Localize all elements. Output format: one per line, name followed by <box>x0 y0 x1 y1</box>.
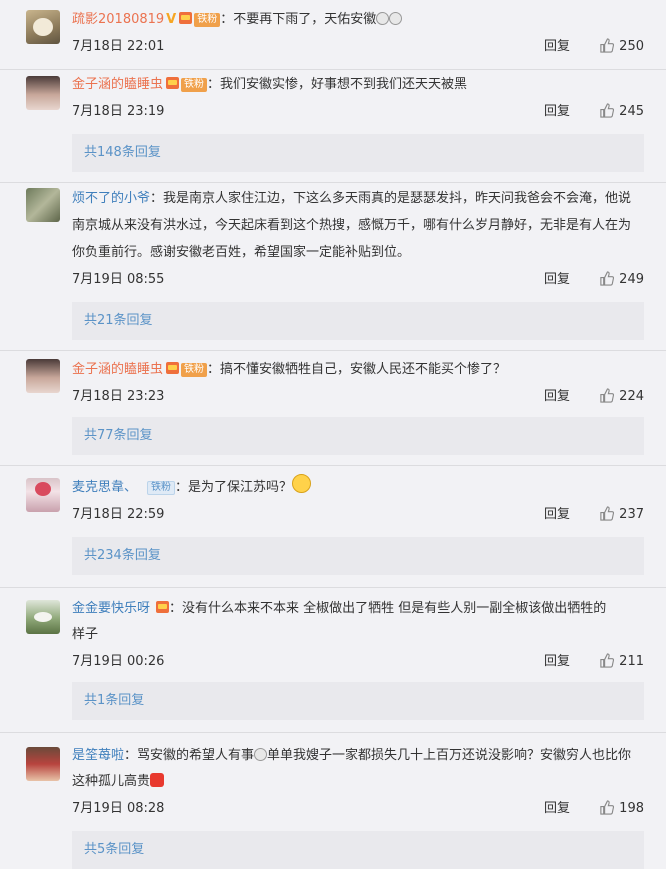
comment-text-line: 南京城从来没有洪水过，今天起床看到这个热搜，感慨万千，哪有什么岁月静好，无非是有… <box>72 218 632 233</box>
avatar[interactable] <box>26 747 60 781</box>
comment-username[interactable]: 麦克思韋、 <box>72 480 137 495</box>
comment-text-line: ：没有什么本来不本来 全椒做出了牺牲 但是有些人别一副全椒该做出牺牲的 <box>169 601 607 616</box>
reply-button[interactable]: 回复 <box>544 648 570 676</box>
comment-username[interactable]: 金金要快乐呀 <box>72 601 150 616</box>
comment-item: 金子涵的瞌睡虫 铁粉 ：我们安徽实惨，好事想不到我们还天天被黑 7月18日 23:1… <box>0 70 666 126</box>
like-count: 198 <box>619 801 644 816</box>
thumbs-up-icon <box>600 38 615 53</box>
fan-badge: 铁粉 <box>181 78 208 92</box>
comment-username[interactable]: 金子涵的瞌睡虫 <box>72 77 163 92</box>
comment-text: ：搞不懂安徽牺牲自己，安徽人民还不能买个惨了？ <box>207 362 507 377</box>
crying-emoji-icon <box>389 12 403 25</box>
comment-username[interactable]: 烦不了的小爷 <box>72 191 150 206</box>
reply-button[interactable]: 回复 <box>544 33 570 61</box>
like-button[interactable]: 250 <box>599 33 644 61</box>
view-replies-link[interactable]: 共5条回复 <box>72 831 644 869</box>
like-button[interactable]: 224 <box>599 383 644 411</box>
avatar[interactable] <box>26 359 60 393</box>
crown-icon <box>166 362 180 374</box>
view-replies-link[interactable]: 共148条回复 <box>72 134 644 172</box>
gift-icon <box>150 773 165 787</box>
like-button[interactable]: 245 <box>599 98 644 126</box>
comment-username[interactable]: 金子涵的瞌睡虫 <box>72 362 163 377</box>
like-button[interactable]: 211 <box>599 648 644 676</box>
comment-item: 麦克思韋、 铁粉 ：是为了保江苏吗？ 7月18日 22:59 回复 237 <box>0 466 666 529</box>
like-count: 224 <box>619 389 644 404</box>
comment-username[interactable]: 疏影20180819 <box>72 12 164 27</box>
fan-badge: 铁粉 <box>181 363 208 377</box>
comment-item: 烦不了的小爷：我是南京人家住江边，下这么多天雨真的是瑟瑟发抖，昨天问我爸会不会淹… <box>0 183 666 294</box>
comment-item: 金子涵的瞌睡虫 铁粉 ：搞不懂安徽牺牲自己，安徽人民还不能买个惨了？ 7月18日 2… <box>0 351 666 411</box>
like-button[interactable]: 198 <box>599 795 644 823</box>
comment-time: 7月19日 08:28 <box>72 801 165 816</box>
comment-text: ：不要再下雨了，天佑安徽 <box>220 12 377 27</box>
thumbs-up-icon <box>600 506 615 521</box>
comment-text-line: 你负重前行。感谢安徽老百姓，希望国家一定能补贴到位。 <box>72 245 411 260</box>
comment-time: 7月19日 08:55 <box>72 272 165 287</box>
reply-button[interactable]: 回复 <box>544 501 570 529</box>
thumbs-up-icon <box>600 271 615 286</box>
view-replies-link[interactable]: 共21条回复 <box>72 302 644 340</box>
comment-text-line: ：我是南京人家住江边，下这么多天雨真的是瑟瑟发抖，昨天问我爸会不会淹，他说 <box>150 191 632 206</box>
thumbs-up-icon <box>600 103 615 118</box>
fan-badge: 铁粉 <box>147 481 176 495</box>
avatar[interactable] <box>26 188 60 222</box>
reply-button[interactable]: 回复 <box>544 98 570 126</box>
crown-icon <box>179 12 193 24</box>
comment-time: 7月18日 23:19 <box>72 104 165 119</box>
view-replies-link[interactable]: 共234条回复 <box>72 537 644 575</box>
avatar[interactable] <box>26 600 60 634</box>
crying-emoji-icon <box>254 748 268 761</box>
comment-username[interactable]: 是筌苺啦 <box>72 748 124 763</box>
thumbs-up-icon <box>600 800 615 815</box>
like-count: 250 <box>619 39 644 54</box>
like-count: 245 <box>619 104 644 119</box>
comment-time: 7月18日 23:23 <box>72 389 165 404</box>
comment-time: 7月18日 22:01 <box>72 39 165 54</box>
verified-icon: V <box>166 12 177 27</box>
reply-button[interactable]: 回复 <box>544 795 570 823</box>
reply-button[interactable]: 回复 <box>544 266 570 294</box>
comment-text-line: 单单我嫂子一家都损失几十上百万还说没影响？安徽穷人也比你 <box>267 748 632 763</box>
thumbs-up-icon <box>600 388 615 403</box>
reply-button[interactable]: 回复 <box>544 383 570 411</box>
crown-icon <box>156 601 170 613</box>
comment-text-line: 这种孤儿高贵 <box>72 774 151 789</box>
comment-item: 金金要快乐呀 ：没有什么本来不本来 全椒做出了牺牲 但是有些人别一副全椒该做出牺牲… <box>0 588 666 676</box>
view-replies-link[interactable]: 共1条回复 <box>72 682 644 720</box>
comment-text: ：我们安徽实惨，好事想不到我们还天天被黑 <box>207 77 468 92</box>
comment-time: 7月19日 00:26 <box>72 654 165 669</box>
like-count: 237 <box>619 507 644 522</box>
avatar[interactable] <box>26 10 60 44</box>
crying-emoji-icon <box>376 12 390 25</box>
like-button[interactable]: 237 <box>599 501 644 529</box>
avatar[interactable] <box>26 478 60 512</box>
view-replies-link[interactable]: 共77条回复 <box>72 417 644 455</box>
sweat-emoji-icon <box>292 474 312 493</box>
comment-item: 是筌苺啦：骂安徽的希望人有事 单单我嫂子一家都损失几十上百万还说没影响？安徽穷人也… <box>0 733 666 823</box>
like-count: 211 <box>619 654 644 669</box>
thumbs-up-icon <box>600 653 615 668</box>
comment-text-line: ：骂安徽的希望人有事 <box>124 748 255 763</box>
like-count: 249 <box>619 272 644 287</box>
comment-time: 7月18日 22:59 <box>72 507 165 522</box>
like-button[interactable]: 249 <box>599 266 644 294</box>
crown-icon <box>166 77 180 89</box>
avatar[interactable] <box>26 76 60 110</box>
comment-text: ：是为了保江苏吗？ <box>175 480 293 495</box>
comment-item: 疏影20180819 V 铁粉 ：不要再下雨了，天佑安徽 7月18日 22:01 回复… <box>0 0 666 61</box>
fan-badge: 铁粉 <box>194 13 221 27</box>
comment-text-line: 样子 <box>72 627 99 642</box>
